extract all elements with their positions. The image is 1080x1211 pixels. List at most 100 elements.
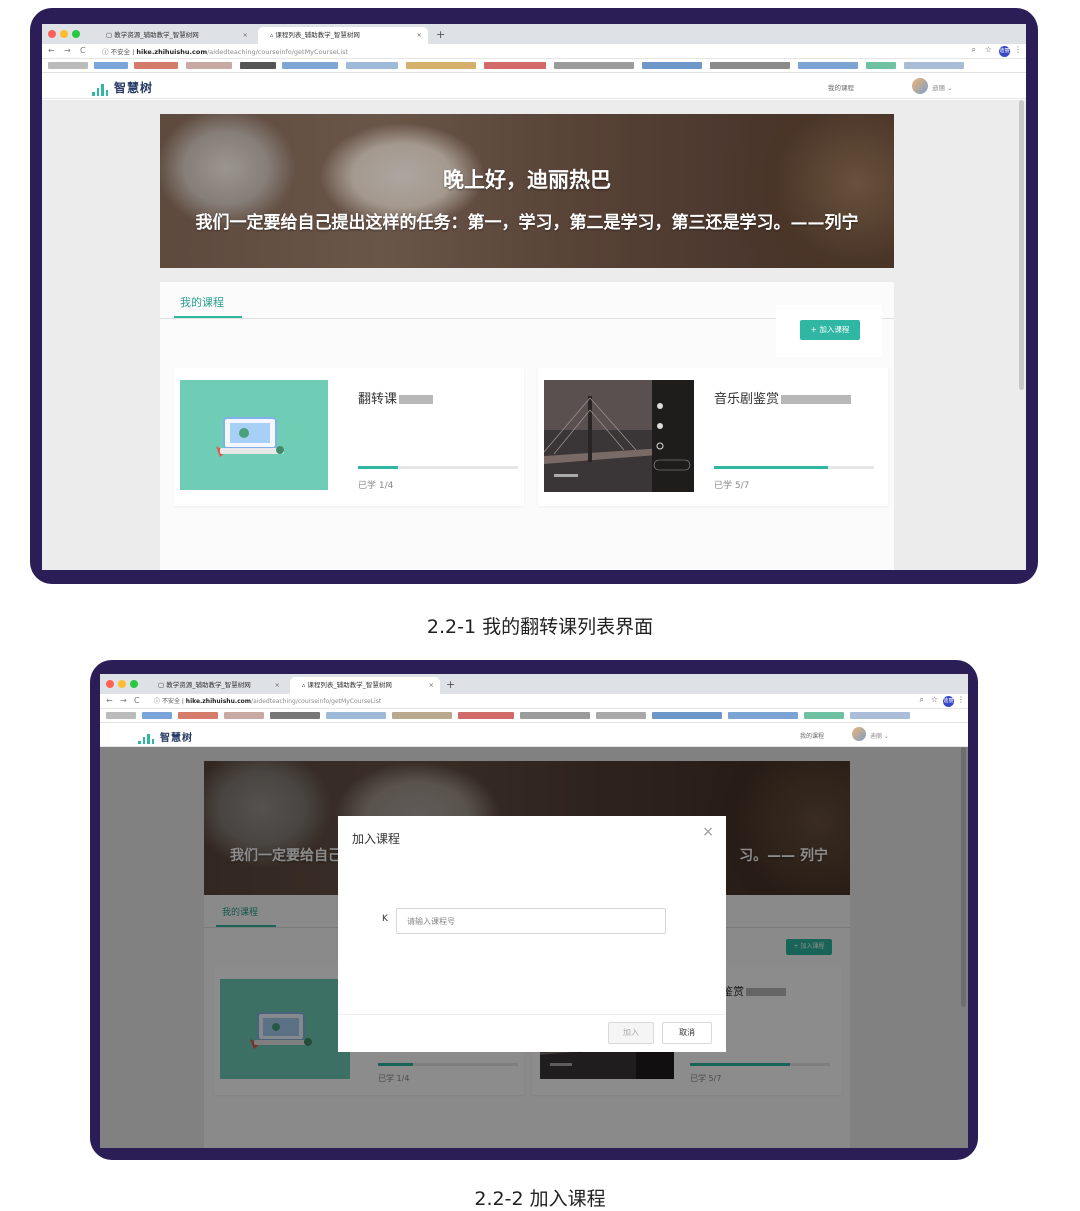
bookmark-item[interactable] bbox=[94, 62, 128, 69]
bookmark-star-icon[interactable]: ☆ bbox=[931, 695, 938, 704]
bookmark-item[interactable] bbox=[270, 712, 320, 719]
course-title[interactable]: 音乐剧鉴赏 bbox=[714, 388, 852, 407]
bookmarks-bar bbox=[42, 59, 1026, 73]
page-scrollbar[interactable] bbox=[1019, 100, 1024, 390]
course-code-input[interactable] bbox=[396, 908, 666, 934]
bookmark-item[interactable] bbox=[904, 62, 964, 69]
course-card[interactable]: 音乐剧鉴赏 已学 5/7 bbox=[538, 368, 888, 506]
browser-menu-icon[interactable]: ⋮ bbox=[1014, 45, 1022, 54]
profile-avatar[interactable]: 迪丽 bbox=[999, 46, 1010, 57]
bookmark-item[interactable] bbox=[866, 62, 896, 69]
user-avatar[interactable] bbox=[912, 78, 928, 94]
address-bar[interactable]: ← → C ⓘ 不安全 | hike.zhihuishu.com/aidedte… bbox=[100, 694, 968, 709]
bookmark-item[interactable] bbox=[240, 62, 276, 69]
figure-caption-1: 2.2-1 我的翻转课列表界面 bbox=[426, 616, 654, 638]
minimize-window-icon[interactable] bbox=[118, 680, 126, 688]
tab-close-icon[interactable]: × bbox=[243, 27, 248, 44]
bookmark-item[interactable] bbox=[652, 712, 722, 719]
user-name-dropdown[interactable]: 迪丽 ⌄ bbox=[870, 731, 889, 740]
bookmark-item[interactable] bbox=[178, 712, 218, 719]
course-thumbnail[interactable] bbox=[180, 380, 328, 490]
bookmark-item[interactable] bbox=[710, 62, 790, 69]
bookmark-item[interactable] bbox=[850, 712, 910, 719]
course-thumbnail[interactable] bbox=[544, 380, 694, 492]
logo-text: 智慧树 bbox=[114, 81, 154, 95]
tab-close-icon[interactable]: × bbox=[429, 677, 434, 694]
tab-close-icon[interactable]: × bbox=[275, 677, 280, 694]
logo-bar bbox=[105, 90, 108, 96]
bridge-photo-icon bbox=[544, 380, 694, 492]
back-icon[interactable]: ← bbox=[106, 696, 113, 705]
close-icon[interactable]: × bbox=[702, 824, 714, 840]
forward-icon[interactable]: → bbox=[64, 46, 71, 55]
course-card[interactable]: 翻转课 已学 1/4 bbox=[174, 368, 524, 506]
bookmark-item[interactable] bbox=[48, 62, 88, 69]
zoom-icon[interactable]: ⌕ bbox=[920, 695, 924, 705]
bookmark-item[interactable] bbox=[458, 712, 514, 719]
my-course-panel: 我的课程 + 加入课程 bbox=[160, 282, 894, 570]
bookmark-item[interactable] bbox=[642, 62, 702, 69]
bookmark-item[interactable] bbox=[728, 712, 798, 719]
site-logo[interactable]: 智慧树 bbox=[138, 729, 193, 744]
reload-icon[interactable]: C bbox=[134, 696, 140, 705]
bookmark-item[interactable] bbox=[186, 62, 232, 69]
forward-icon[interactable]: → bbox=[120, 696, 127, 705]
url-text[interactable]: ⓘ 不安全 | hike.zhihuishu.com/aidedteaching… bbox=[102, 46, 348, 56]
user-avatar[interactable] bbox=[852, 727, 866, 741]
cancel-button[interactable]: 取消 bbox=[662, 1022, 712, 1044]
address-bar[interactable]: ← → C ⓘ 不安全 | hike.zhihuishu.com/aidedte… bbox=[42, 44, 1026, 59]
reload-icon[interactable]: C bbox=[80, 46, 86, 55]
browser-menu-icon[interactable]: ⋮ bbox=[957, 695, 965, 704]
bookmark-item[interactable] bbox=[554, 62, 634, 69]
browser-tab-resources[interactable]: ▢ 教学资源_辅助教学_智慧树网 × bbox=[146, 677, 286, 694]
add-course-button[interactable]: + 加入课程 bbox=[800, 320, 860, 340]
browser-tab-resources[interactable]: ▢ 教学资源_辅助教学_智慧树网 × bbox=[94, 27, 254, 44]
nav-my-course-link[interactable]: 我的课程 bbox=[828, 82, 854, 92]
bookmark-star-icon[interactable]: ☆ bbox=[985, 45, 992, 54]
join-button[interactable]: 加入 bbox=[608, 1022, 654, 1044]
close-window-icon[interactable] bbox=[48, 30, 56, 38]
url-text[interactable]: ⓘ 不安全 | hike.zhihuishu.com/aidedteaching… bbox=[154, 696, 381, 705]
logo-bar bbox=[147, 734, 150, 744]
bookmark-item[interactable] bbox=[142, 712, 172, 719]
bookmark-item[interactable] bbox=[798, 62, 858, 69]
tab-close-icon[interactable]: × bbox=[417, 27, 422, 44]
bookmark-item[interactable] bbox=[406, 62, 476, 69]
browser-tab-course-list[interactable]: ▵ 课程列表_辅助教学_智慧树网 × bbox=[258, 27, 428, 44]
bookmark-item[interactable] bbox=[520, 712, 590, 719]
logo-bar bbox=[96, 88, 99, 96]
user-name-dropdown[interactable]: 迪丽 ⌄ bbox=[932, 82, 953, 92]
zoom-icon[interactable]: ⌕ bbox=[972, 45, 976, 55]
close-window-icon[interactable] bbox=[106, 680, 114, 688]
course-title[interactable]: 翻转课 bbox=[358, 388, 434, 407]
bookmark-item[interactable] bbox=[224, 712, 264, 719]
maximize-window-icon[interactable] bbox=[72, 30, 80, 38]
course-code-label: K bbox=[382, 914, 388, 924]
tab-my-course[interactable]: 我的课程 bbox=[180, 294, 224, 310]
maximize-window-icon[interactable] bbox=[130, 680, 138, 688]
progress-bar bbox=[714, 466, 874, 469]
bookmark-item[interactable] bbox=[282, 62, 338, 69]
nav-my-course-link[interactable]: 我的课程 bbox=[800, 731, 824, 740]
new-tab-button[interactable]: + bbox=[436, 27, 445, 42]
bookmark-item[interactable] bbox=[392, 712, 452, 719]
info-icon: ⓘ bbox=[154, 698, 161, 705]
progress-bar bbox=[358, 466, 518, 469]
bookmark-item[interactable] bbox=[804, 712, 844, 719]
minimize-window-icon[interactable] bbox=[60, 30, 68, 38]
bookmark-item[interactable] bbox=[106, 712, 136, 719]
bookmark-item[interactable] bbox=[326, 712, 386, 719]
bookmark-item[interactable] bbox=[484, 62, 546, 69]
profile-avatar[interactable]: 迪丽 bbox=[943, 696, 954, 707]
browser-window-1: ▢ 教学资源_辅助教学_智慧树网 × ▵ 课程列表_辅助教学_智慧树网 × + … bbox=[42, 24, 1026, 570]
progress-fill bbox=[358, 466, 398, 469]
browser-tab-course-list[interactable]: ▵ 课程列表_辅助教学_智慧树网 × bbox=[290, 677, 440, 694]
new-tab-button[interactable]: + bbox=[446, 677, 455, 692]
page-body: 晚上好，迪丽热巴 我们一定要给自己提出这样的任务：第一，学习，第二是学习，第三还… bbox=[42, 100, 1026, 570]
bookmark-item[interactable] bbox=[134, 62, 178, 69]
bookmark-item[interactable] bbox=[596, 712, 646, 719]
bookmark-item[interactable] bbox=[346, 62, 398, 69]
site-logo[interactable]: 智慧树 bbox=[92, 79, 153, 96]
browser-tab-bar: ▢ 教学资源_辅助教学_智慧树网 × ▵ 课程列表_辅助教学_智慧树网 × + bbox=[100, 674, 968, 694]
back-icon[interactable]: ← bbox=[48, 46, 55, 55]
